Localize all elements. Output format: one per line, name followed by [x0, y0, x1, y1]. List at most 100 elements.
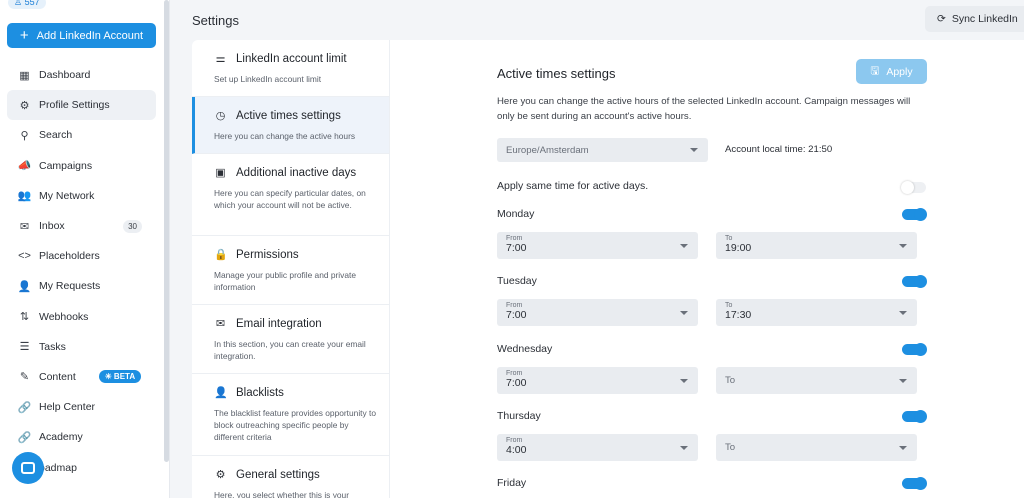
content-icon: ✎: [19, 371, 30, 384]
toggle-knob: [914, 477, 927, 490]
friday-toggle[interactable]: [902, 477, 927, 490]
from-label: From: [506, 235, 523, 242]
menu-item-description: Here you can change the active hours: [214, 131, 356, 141]
sidebar-item-my-network[interactable]: 👥 My Network: [7, 181, 156, 211]
sidebar-item-webhooks[interactable]: ⇅ Webhooks: [7, 302, 156, 332]
thursday-toggle[interactable]: [902, 410, 927, 423]
day-label-friday: Friday: [497, 477, 527, 489]
chat-support-button[interactable]: [12, 452, 44, 484]
sync-linkedin-button[interactable]: ⟳ Sync LinkedIn: [925, 6, 1024, 32]
sliders-icon: ⚌: [215, 53, 226, 65]
section-title: Active times settings: [497, 66, 616, 81]
timezone-value: Europe/Amsterdam: [506, 144, 589, 156]
wednesday-from-value: 7:00: [506, 377, 527, 389]
menu-item-title: General settings: [236, 468, 320, 481]
monday-toggle[interactable]: [902, 208, 927, 221]
chevron-down-icon: [680, 445, 688, 450]
sidebar-item-placeholders[interactable]: <> Placeholders: [7, 241, 156, 271]
gear-icon: ⚙: [215, 469, 226, 481]
add-linkedin-account-label: Add LinkedIn Account: [36, 29, 144, 42]
arrows-updown-icon: ⇅: [19, 311, 30, 324]
sidebar-item-label: Help Center: [39, 401, 96, 414]
thursday-from-value: 4:00: [506, 444, 527, 456]
sidebar-item-my-requests[interactable]: 👤 My Requests: [7, 271, 156, 301]
sidebar-item-search[interactable]: ⚲ Search: [7, 120, 156, 150]
active-times-panel: Active times settings 🖫 Apply Here you c…: [390, 40, 1024, 498]
sidebar-item-academy[interactable]: 🔗 Academy: [7, 422, 156, 452]
menu-item-description: Here you can specify particular dates, o…: [214, 188, 366, 211]
thursday-from-select[interactable]: From 4:00: [497, 434, 698, 461]
day-label-thursday: Thursday: [497, 410, 541, 422]
sidebar-item-label: Academy: [39, 431, 83, 444]
clock-icon: ◷: [215, 110, 226, 122]
from-label: From: [506, 370, 523, 377]
sidebar-item-label: Placeholders: [39, 250, 100, 263]
wednesday-to-select[interactable]: To: [716, 367, 917, 394]
envelope-icon: ✉: [215, 318, 226, 330]
gear-icon: ⚙: [19, 99, 30, 112]
day-label-monday: Monday: [497, 208, 535, 220]
tuesday-to-select[interactable]: To 17:30: [716, 299, 917, 326]
sidebar-item-label: Search: [39, 129, 73, 142]
chevron-down-icon: [680, 310, 688, 315]
menu-item-description: The blacklist feature provides opportuni…: [214, 408, 377, 443]
menu-item-description: Manage your public profile and private i…: [214, 270, 356, 293]
settings-menu-item-active-times[interactable]: ◷ Active times settings Here you can chan…: [192, 97, 389, 154]
sidebar-item-label: Content: [39, 370, 76, 383]
inbox-count-badge: 30: [123, 219, 142, 233]
timezone-select[interactable]: Europe/Amsterdam: [497, 138, 708, 162]
tuesday-toggle[interactable]: [902, 275, 927, 288]
mail-icon: ✉: [19, 220, 30, 233]
sidebar-item-label: Inbox: [39, 220, 65, 233]
chevron-down-icon: [680, 378, 688, 383]
sidebar-item-help-center[interactable]: 🔗 Help Center: [7, 392, 156, 422]
menu-item-description: Set up LinkedIn account limit: [214, 74, 322, 84]
sidebar-item-label: Tasks: [39, 340, 66, 353]
beta-badge: ✳ BETA: [99, 370, 142, 384]
monday-to-value: 19:00: [725, 242, 752, 254]
chevron-down-icon: [680, 243, 688, 248]
wednesday-from-select[interactable]: From 7:00: [497, 367, 698, 394]
add-linkedin-account-button[interactable]: + Add LinkedIn Account: [7, 23, 156, 48]
wednesday-toggle[interactable]: [902, 343, 927, 356]
sidebar-item-content[interactable]: ✎ Content ✳ BETA: [7, 362, 156, 392]
account-count-value: 557: [24, 0, 40, 7]
tuesday-to-value: 17:30: [725, 309, 752, 321]
sidebar-item-inbox[interactable]: ✉ Inbox 30: [7, 211, 156, 241]
menu-item-description: Here, you select whether this is your: [214, 490, 349, 498]
sidebar-item-tasks[interactable]: ☰ Tasks: [7, 332, 156, 362]
chevron-down-icon: [899, 445, 907, 450]
settings-menu-item-blacklists[interactable]: 👤 Blacklists The blacklist feature provid…: [192, 374, 389, 456]
sidebar-item-label: Dashboard: [39, 69, 91, 82]
sidebar-item-dashboard[interactable]: ▦ Dashboard: [7, 60, 156, 90]
toggle-knob: [914, 208, 927, 221]
sidebar: ♙ 557 + Add LinkedIn Account ▦ Dashboard …: [0, 0, 170, 498]
apply-button[interactable]: 🖫 Apply: [856, 59, 927, 84]
sidebar-item-profile-settings[interactable]: ⚙ Profile Settings: [7, 90, 156, 121]
tuesday-from-select[interactable]: From 7:00: [497, 299, 698, 326]
page-title: Settings: [192, 13, 239, 28]
sidebar-scrollbar[interactable]: [164, 0, 169, 462]
sidebar-item-label: My Requests: [39, 280, 101, 293]
settings-menu-item-general-settings[interactable]: ⚙ General settings Here, you select wheth…: [192, 456, 389, 498]
settings-menu-item-email-integration[interactable]: ✉ Email integration In this section, you …: [192, 305, 389, 374]
settings-menu-item-additional-inactive-days[interactable]: ▣ Additional inactive days Here you can s…: [192, 154, 389, 236]
user-request-icon: 👤: [17, 280, 32, 293]
to-label: To: [725, 235, 733, 242]
settings-menu-item-linkedin-account-limit[interactable]: ⚌ LinkedIn account limit Set up LinkedIn …: [192, 40, 389, 97]
users-icon: 👥: [17, 190, 32, 203]
thursday-to-select[interactable]: To: [716, 434, 917, 461]
settings-menu-item-permissions[interactable]: 🔒 Permissions Manage your public profile …: [192, 236, 389, 305]
menu-item-description: In this section, you can create your ema…: [214, 339, 366, 362]
monday-from-select[interactable]: From 7:00: [497, 232, 698, 259]
save-icon: 🖫: [870, 64, 880, 77]
sidebar-item-label: My Network: [39, 189, 95, 202]
chat-icon: [21, 462, 35, 474]
menu-item-title: LinkedIn account limit: [236, 52, 347, 65]
code-icon: <>: [18, 250, 31, 263]
same-time-toggle[interactable]: [901, 181, 926, 194]
sidebar-item-campaigns[interactable]: 📣 Campaigns: [7, 151, 156, 181]
sync-icon: ⟳: [937, 13, 946, 25]
to-label: To: [725, 302, 733, 309]
monday-to-select[interactable]: To 19:00: [716, 232, 917, 259]
